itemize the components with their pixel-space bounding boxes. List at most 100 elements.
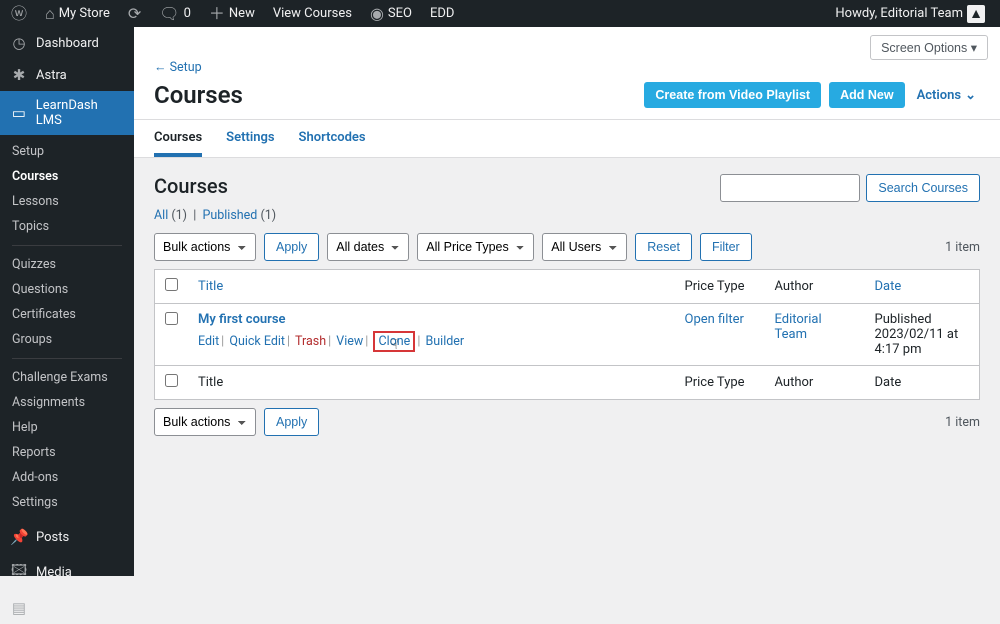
row-view[interactable]: View (336, 334, 363, 349)
menu-label: Dashboard (36, 36, 99, 51)
edd-link[interactable]: EDD (423, 0, 461, 27)
submenu-courses[interactable]: Courses (0, 164, 134, 189)
price-types-select[interactable]: All Price Types (417, 233, 534, 261)
submenu-separator (12, 245, 122, 246)
menu-label: LearnDash LMS (36, 98, 126, 128)
submenu-setup[interactable]: Setup (0, 139, 134, 164)
subsubsub-row: All (1) | Published (1) Search Courses (154, 208, 980, 223)
new-button[interactable]: ＋New (202, 0, 262, 27)
menu-pages[interactable]: ▤Pages (0, 592, 134, 624)
submenu-quizzes[interactable]: Quizzes (0, 252, 134, 277)
learndash-icon: ▭ (10, 104, 28, 122)
view-all-count: (1) (171, 208, 187, 223)
site-title: My Store (59, 6, 110, 21)
howdy-user[interactable]: Howdy, Editorial Team ▲ (828, 0, 992, 27)
astra-icon: ✱ (10, 66, 28, 84)
apply-button-bottom[interactable]: Apply (264, 408, 319, 436)
dashboard-icon: ◷ (10, 34, 28, 52)
submenu-topics[interactable]: Topics (0, 214, 134, 239)
submenu-settings[interactable]: Settings (0, 490, 134, 515)
row-builder[interactable]: Builder (425, 334, 464, 349)
check-all-bottom[interactable] (165, 374, 178, 387)
view-all[interactable]: All (154, 208, 168, 223)
title-actions: Create from Video Playlist Add New Actio… (644, 82, 980, 108)
setup-back-link[interactable]: ← Setup (134, 60, 1000, 81)
media-icon: 🖾 (10, 560, 28, 585)
row-edit[interactable]: Edit (198, 334, 219, 349)
submenu-help[interactable]: Help (0, 415, 134, 440)
submenu-challenge-exams[interactable]: Challenge Exams (0, 365, 134, 390)
view-published[interactable]: Published (202, 208, 257, 223)
filters-row: Bulk actions Apply All dates All Price T… (154, 233, 980, 261)
row-title-link[interactable]: My first course (198, 312, 286, 327)
submenu-assignments[interactable]: Assignments (0, 390, 134, 415)
check-all-header (155, 270, 189, 304)
wp-logo[interactable]: ⓦ (4, 0, 34, 27)
add-new-button[interactable]: Add New (829, 82, 904, 108)
submenu-separator (12, 358, 122, 359)
row-clone[interactable]: Clone (378, 334, 410, 349)
row-date-line: 2023/02/11 at 4:17 pm (875, 327, 959, 357)
users-select[interactable]: All Users (542, 233, 627, 261)
seo-label: SEO (388, 6, 412, 21)
row-quick-edit[interactable]: Quick Edit (229, 334, 285, 349)
tab-courses[interactable]: Courses (154, 130, 202, 157)
body-wrap: Courses All (1) | Published (1) Search C… (134, 158, 1000, 448)
home-icon: ⌂ (45, 6, 55, 22)
wordpress-icon: ⓦ (11, 6, 27, 22)
view-sep: | (190, 208, 202, 223)
menu-learndash[interactable]: ▭ LearnDash LMS (0, 91, 134, 135)
courses-table: Title Price Type Author Date My first co… (154, 269, 980, 400)
row-price[interactable]: Open filter (685, 312, 744, 327)
dates-select[interactable]: All dates (327, 233, 409, 261)
menu-label: Posts (36, 530, 69, 545)
menu-astra[interactable]: ✱ Astra (0, 59, 134, 91)
comments-link[interactable]: 🗨0 (152, 0, 198, 27)
comment-icon: 🗨 (159, 6, 179, 22)
menu-posts[interactable]: 📌Posts (0, 521, 134, 553)
check-all-top[interactable] (165, 278, 178, 291)
menu-media[interactable]: 🖾Media (0, 553, 134, 592)
view-published-count: (1) (260, 208, 276, 223)
col-price: Price Type (675, 270, 765, 304)
col-title-link[interactable]: Title (198, 279, 223, 294)
seo-link[interactable]: ◉SEO (363, 0, 419, 27)
screen-options-button[interactable]: Screen Options ▾ (870, 35, 988, 60)
site-link[interactable]: ⌂ My Store (38, 0, 117, 27)
search-button[interactable]: Search Courses (866, 174, 980, 202)
tab-shortcodes[interactable]: Shortcodes (299, 130, 366, 157)
reset-button[interactable]: Reset (635, 233, 692, 261)
search-input[interactable] (720, 174, 860, 202)
bottom-row: Bulk actions Apply 1 item (154, 408, 980, 436)
page-title: Courses (154, 81, 243, 109)
bulk-actions-select-bottom[interactable]: Bulk actions (154, 408, 256, 436)
submenu-groups[interactable]: Groups (0, 327, 134, 352)
row-actions: Edit| Quick Edit| Trash| View| Clone ☟ |… (198, 331, 665, 352)
col-title-link-foot[interactable]: Title (198, 375, 223, 390)
filter-button[interactable]: Filter (700, 233, 752, 261)
submenu-addons[interactable]: Add-ons (0, 465, 134, 490)
submenu-certificates[interactable]: Certificates (0, 302, 134, 327)
menu-dashboard[interactable]: ◷ Dashboard (0, 27, 134, 59)
submenu-reports[interactable]: Reports (0, 440, 134, 465)
clone-highlight-box: Clone ☟ (373, 331, 415, 352)
refresh-button[interactable]: ⟳ (121, 0, 148, 27)
col-date-link[interactable]: Date (875, 279, 902, 294)
row-author[interactable]: Editorial Team (775, 312, 822, 342)
view-courses-link[interactable]: View Courses (266, 0, 359, 27)
actions-dropdown[interactable]: Actions⌄ (913, 88, 980, 103)
plus-icon: ＋ (209, 6, 225, 22)
row-check[interactable] (165, 312, 178, 325)
create-from-playlist-button[interactable]: Create from Video Playlist (644, 82, 821, 108)
menu-label: Astra (36, 68, 67, 83)
row-date-status: Published (875, 312, 932, 327)
col-date-link-foot[interactable]: Date (875, 375, 902, 390)
content-area: Screen Options ▾ ← Setup Courses Create … (134, 27, 1000, 448)
tab-settings[interactable]: Settings (226, 130, 274, 157)
items-count-bottom: 1 item (945, 415, 980, 430)
row-trash[interactable]: Trash (295, 334, 326, 349)
submenu-questions[interactable]: Questions (0, 277, 134, 302)
submenu-lessons[interactable]: Lessons (0, 189, 134, 214)
bulk-actions-select[interactable]: Bulk actions (154, 233, 256, 261)
apply-button-top[interactable]: Apply (264, 233, 319, 261)
